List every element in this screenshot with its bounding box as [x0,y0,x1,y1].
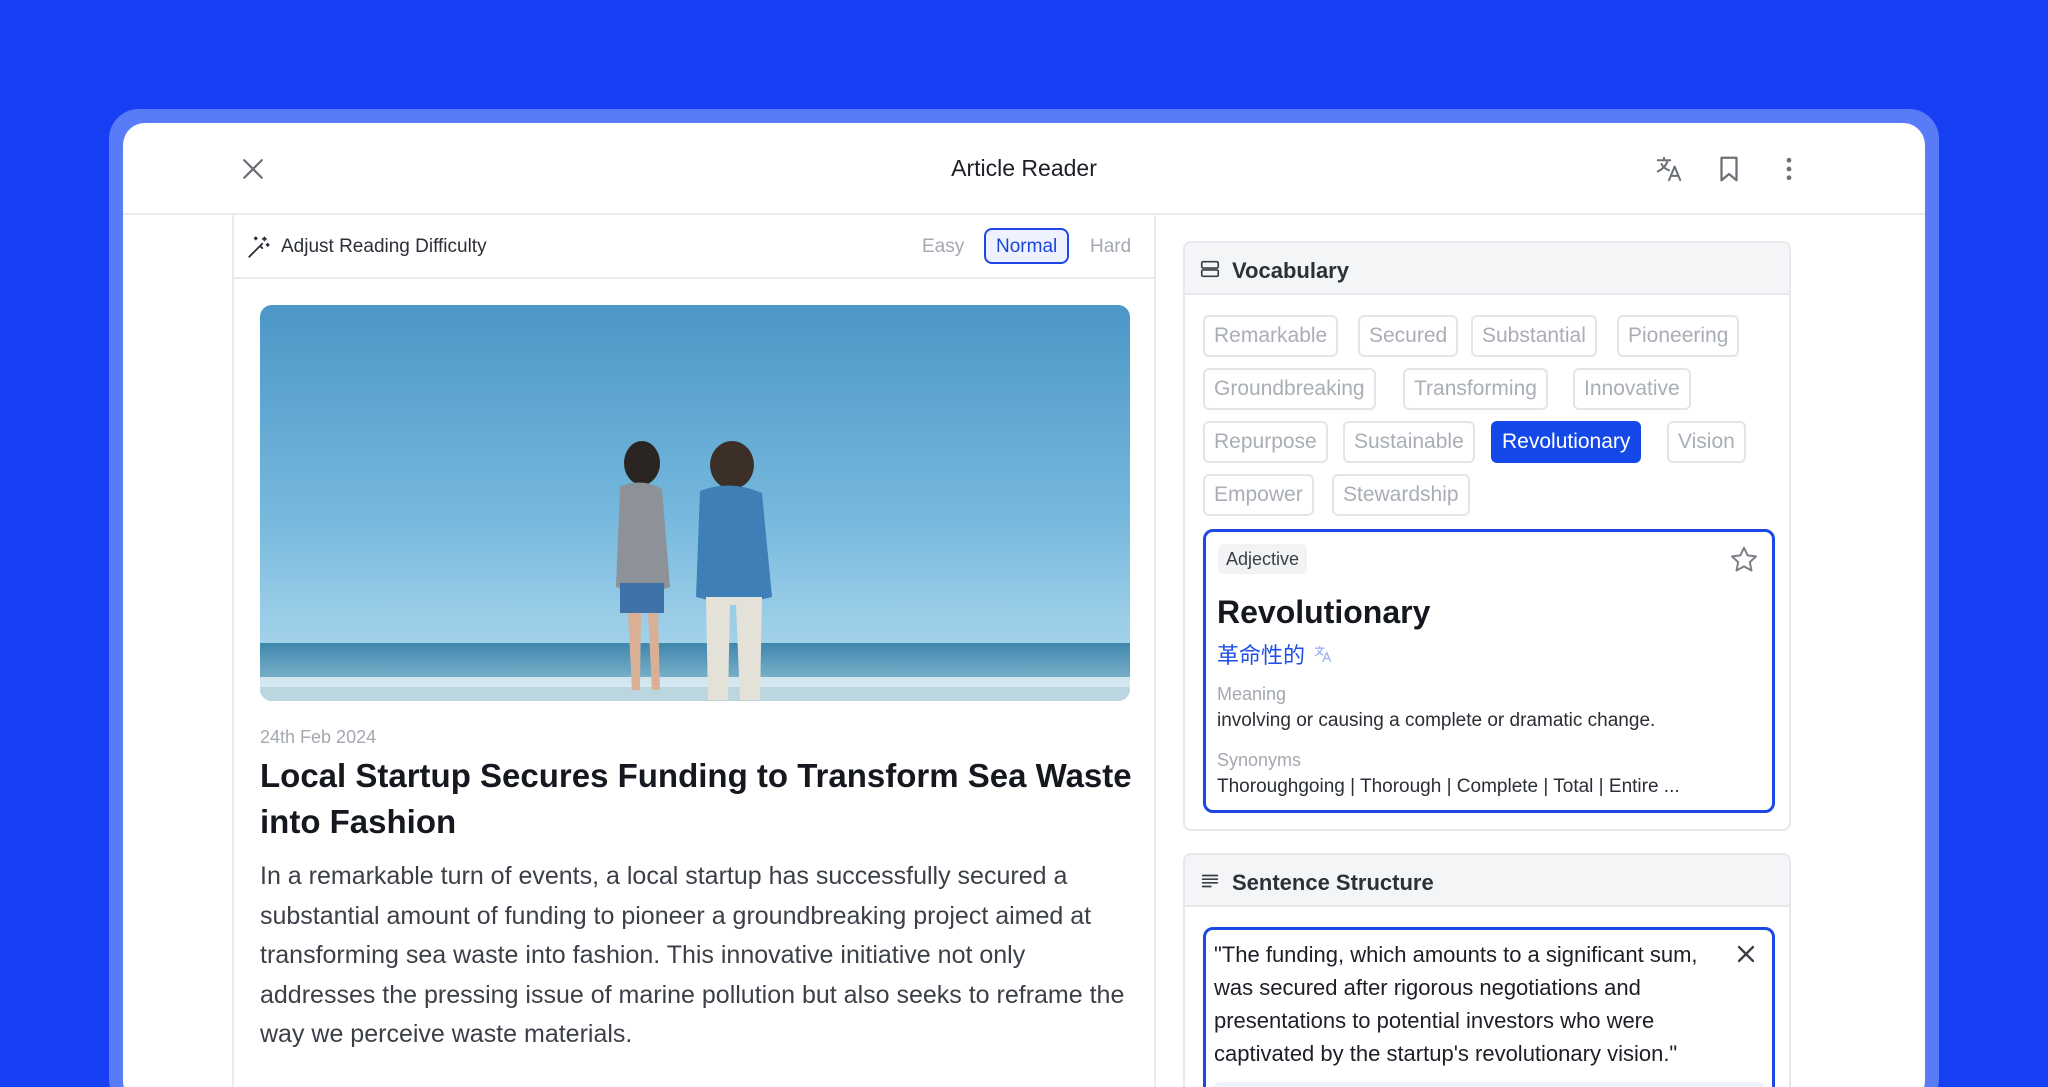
meaning-text: involving or causing a complete or drama… [1217,710,1656,731]
word-chip-innovative[interactable]: Innovative [1573,368,1691,410]
translate-small-icon[interactable] [1313,644,1333,664]
word-chip-sustainable[interactable]: Sustainable [1343,421,1475,463]
word-chip-empower[interactable]: Empower [1203,474,1314,516]
synonyms-text: Thoroughgoing | Thorough | Complete | To… [1217,776,1680,797]
translation-text: 革命性的 [1217,643,1306,668]
sentence-box: "The funding, which amounts to a signifi… [1203,927,1775,1087]
word-translation: 革命性的 [1217,638,1333,670]
vocabulary-icon [1200,260,1220,278]
more-vertical-icon [1786,157,1792,181]
top-bar: Article Reader [123,123,1925,215]
word-chip-groundbreaking[interactable]: Groundbreaking [1203,368,1376,410]
article-body: In a remarkable turn of events, a local … [260,862,1125,1048]
word-chip-stewardship[interactable]: Stewardship [1332,474,1470,516]
word-chip-repurpose[interactable]: Repurpose [1203,421,1328,463]
vocabulary-panel: Vocabulary Remarkable Secured Substantia… [1183,241,1791,831]
sentence-structure-panel: Sentence Structure "The funding, which a… [1183,853,1791,1087]
word-definition-card: Adjective Revolutionary 革命性的 Meaning inv… [1203,529,1775,813]
translate-button[interactable] [1649,149,1689,189]
synonyms-label: Synonyms [1217,750,1302,770]
sentence-analysis-strip [1214,1082,1764,1087]
article-hero-image [260,305,1130,701]
difficulty-bar: Adjust Reading Difficulty Easy Normal Ha… [234,215,1154,279]
word-chip-secured[interactable]: Secured [1358,315,1459,357]
vocabulary-header: Vocabulary [1185,243,1789,295]
word-chip-vision[interactable]: Vision [1667,421,1746,463]
difficulty-normal-button[interactable]: Normal [984,228,1070,264]
article-panel: Adjust Reading Difficulty Easy Normal Ha… [232,215,1156,1087]
text-lines-icon [1201,874,1219,888]
word-chip-revolutionary[interactable]: Revolutionary [1491,421,1642,463]
part-of-speech-badge: Adjective [1218,544,1308,574]
definition-word: Revolutionary [1217,594,1431,630]
word-chip-substantial[interactable]: Substantial [1471,315,1597,357]
sentence-text: "The funding, which amounts to a signifi… [1214,942,1698,1066]
article-date: 24th Feb 2024 [260,727,377,747]
difficulty-hard-button[interactable]: Hard [1078,228,1143,264]
article-title: Local Startup Secures Funding to Transfo… [260,757,1132,840]
star-icon[interactable] [1728,544,1760,576]
difficulty-label: Adjust Reading Difficulty [281,236,487,257]
difficulty-easy-button[interactable]: Easy [910,228,976,264]
word-chip-pioneering[interactable]: Pioneering [1617,315,1740,357]
meaning-label: Meaning [1217,684,1287,704]
article-reader-window: Article Reader Adjust Reading Difficulty… [123,123,1925,1087]
more-options-button[interactable] [1769,149,1809,189]
magic-wand-icon [248,236,270,258]
sentence-structure-header: Sentence Structure [1185,855,1789,907]
bookmark-icon [1720,156,1738,182]
close-icon[interactable] [1732,940,1760,968]
word-chip-transforming[interactable]: Transforming [1403,368,1548,410]
translate-icon [1656,156,1682,182]
sentence-structure-title: Sentence Structure [1232,870,1434,895]
vocabulary-title: Vocabulary [1232,258,1349,283]
bookmark-button[interactable] [1709,149,1749,189]
word-chip-remarkable[interactable]: Remarkable [1203,315,1339,357]
